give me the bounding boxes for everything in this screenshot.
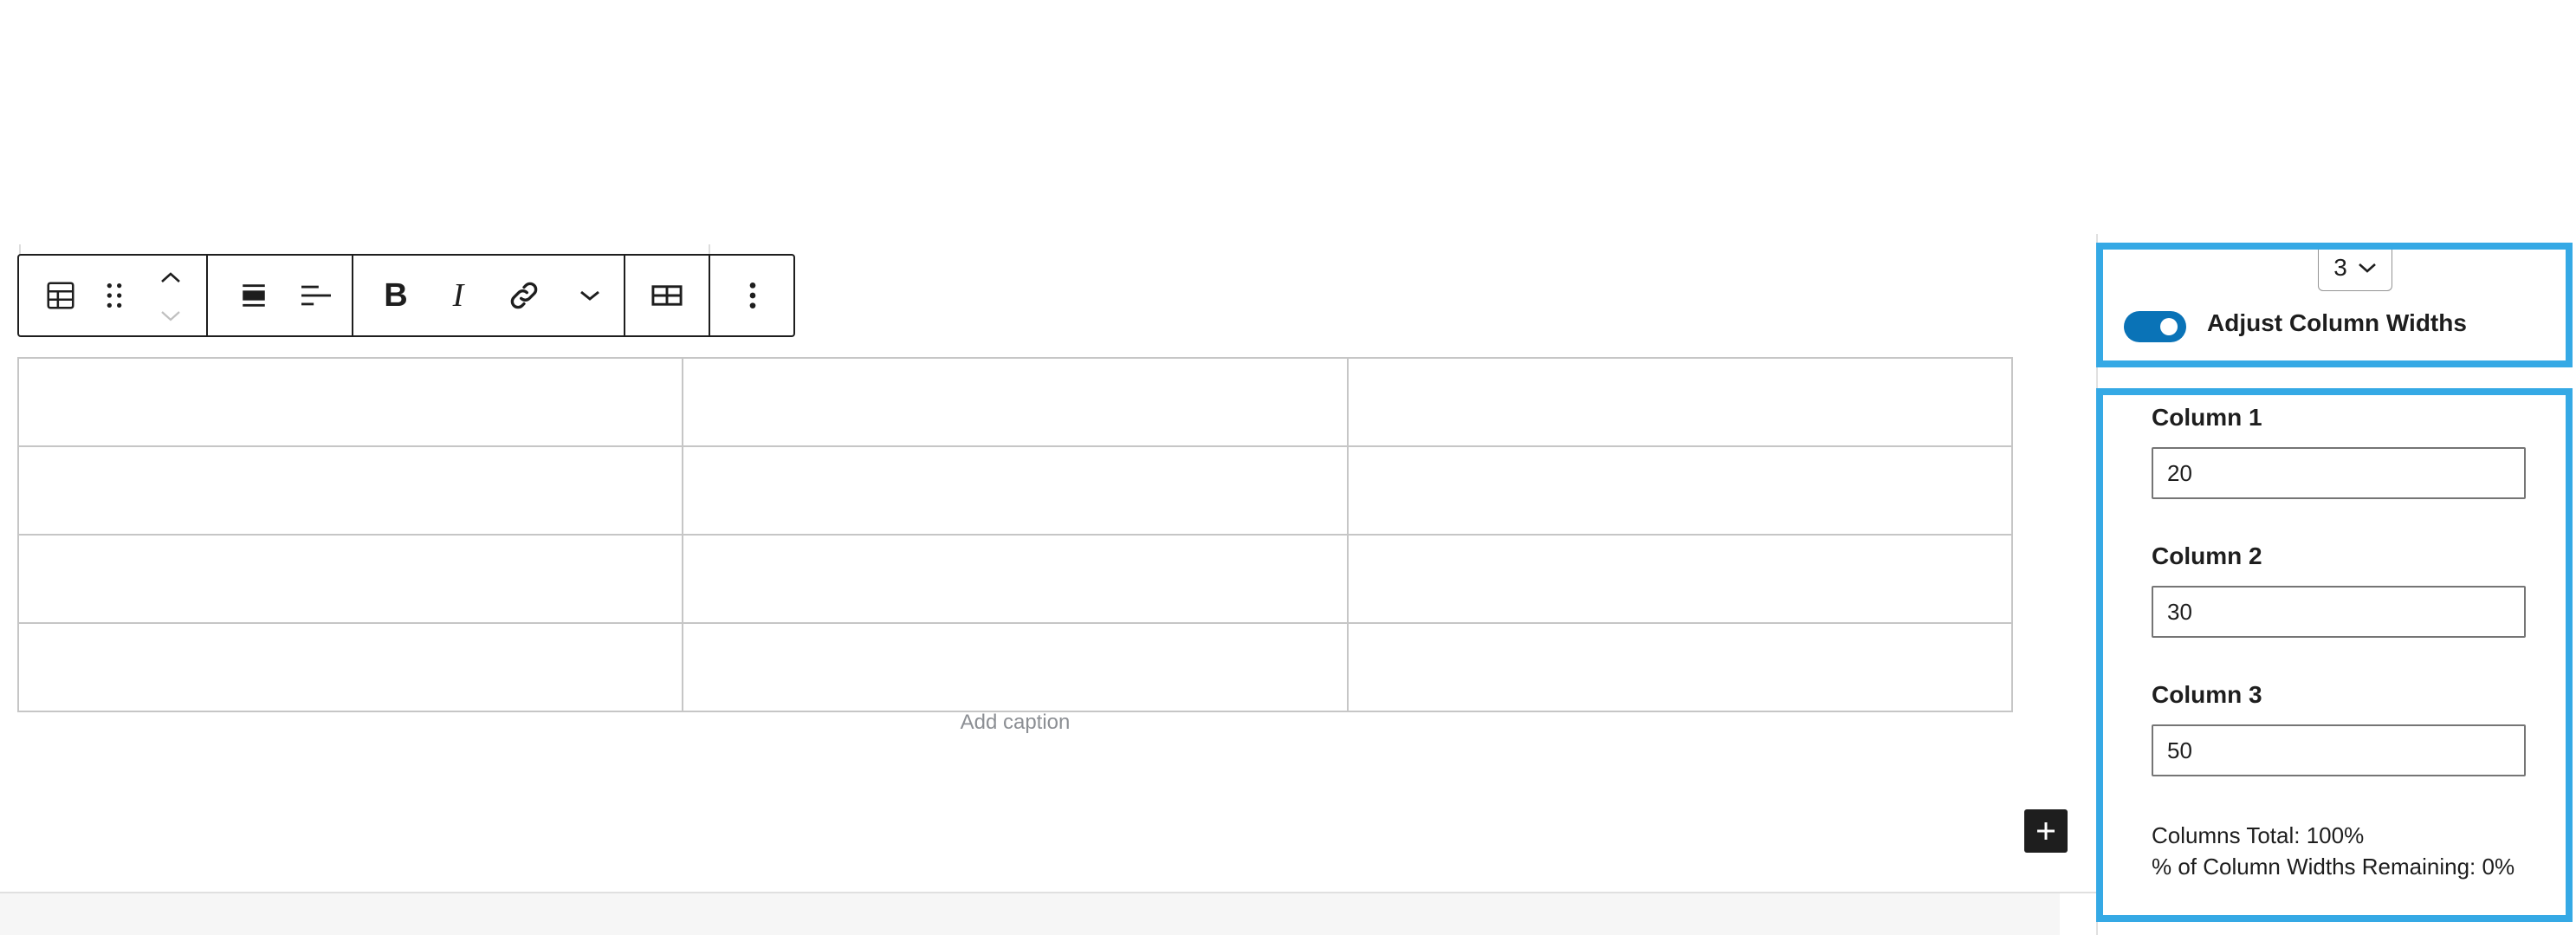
- bold-icon[interactable]: B: [369, 256, 423, 335]
- align-icon[interactable]: [227, 256, 281, 335]
- more-formatting-chevron-icon[interactable]: [563, 256, 617, 335]
- plus-icon: [2037, 822, 2055, 840]
- table-cell[interactable]: [16, 622, 684, 712]
- highlight-box: [2096, 243, 2573, 367]
- data-table: [16, 357, 2014, 712]
- table-cell[interactable]: [16, 534, 684, 624]
- toolbar-separator: [709, 256, 710, 335]
- move-down-icon[interactable]: [149, 299, 192, 334]
- block-toolbar: B I: [17, 254, 795, 337]
- table-cell[interactable]: [16, 445, 684, 536]
- toolbar-separator: [624, 256, 625, 335]
- table-cell[interactable]: [682, 534, 1349, 624]
- drag-handle-icon[interactable]: [97, 256, 132, 335]
- table-cell[interactable]: [682, 357, 1349, 447]
- table-cell[interactable]: [682, 445, 1349, 536]
- table-row: [16, 534, 2014, 624]
- table-cell[interactable]: [1346, 622, 2014, 712]
- table-row: [16, 445, 2014, 536]
- editor-footer: [0, 893, 2060, 935]
- italic-icon[interactable]: I: [431, 256, 485, 335]
- table-cell[interactable]: [682, 622, 1349, 712]
- table-cell[interactable]: [1346, 534, 2014, 624]
- text-align-left-icon[interactable]: [289, 256, 343, 335]
- edit-table-icon[interactable]: [639, 256, 695, 335]
- move-up-icon[interactable]: [149, 257, 192, 297]
- link-icon[interactable]: [494, 256, 554, 335]
- more-options-icon[interactable]: [722, 256, 783, 335]
- table-caption-placeholder[interactable]: Add caption: [17, 709, 2013, 737]
- table-cell[interactable]: [16, 357, 684, 447]
- table-row: [16, 622, 2014, 712]
- table-cell[interactable]: [1346, 357, 2014, 447]
- add-block-button[interactable]: [2024, 809, 2068, 853]
- table-block-icon[interactable]: [36, 256, 85, 335]
- toolbar-separator: [206, 256, 208, 335]
- toolbar-separator: [352, 256, 353, 335]
- highlight-box: [2096, 388, 2573, 922]
- table-row: [16, 357, 2014, 447]
- table-cell[interactable]: [1346, 445, 2014, 536]
